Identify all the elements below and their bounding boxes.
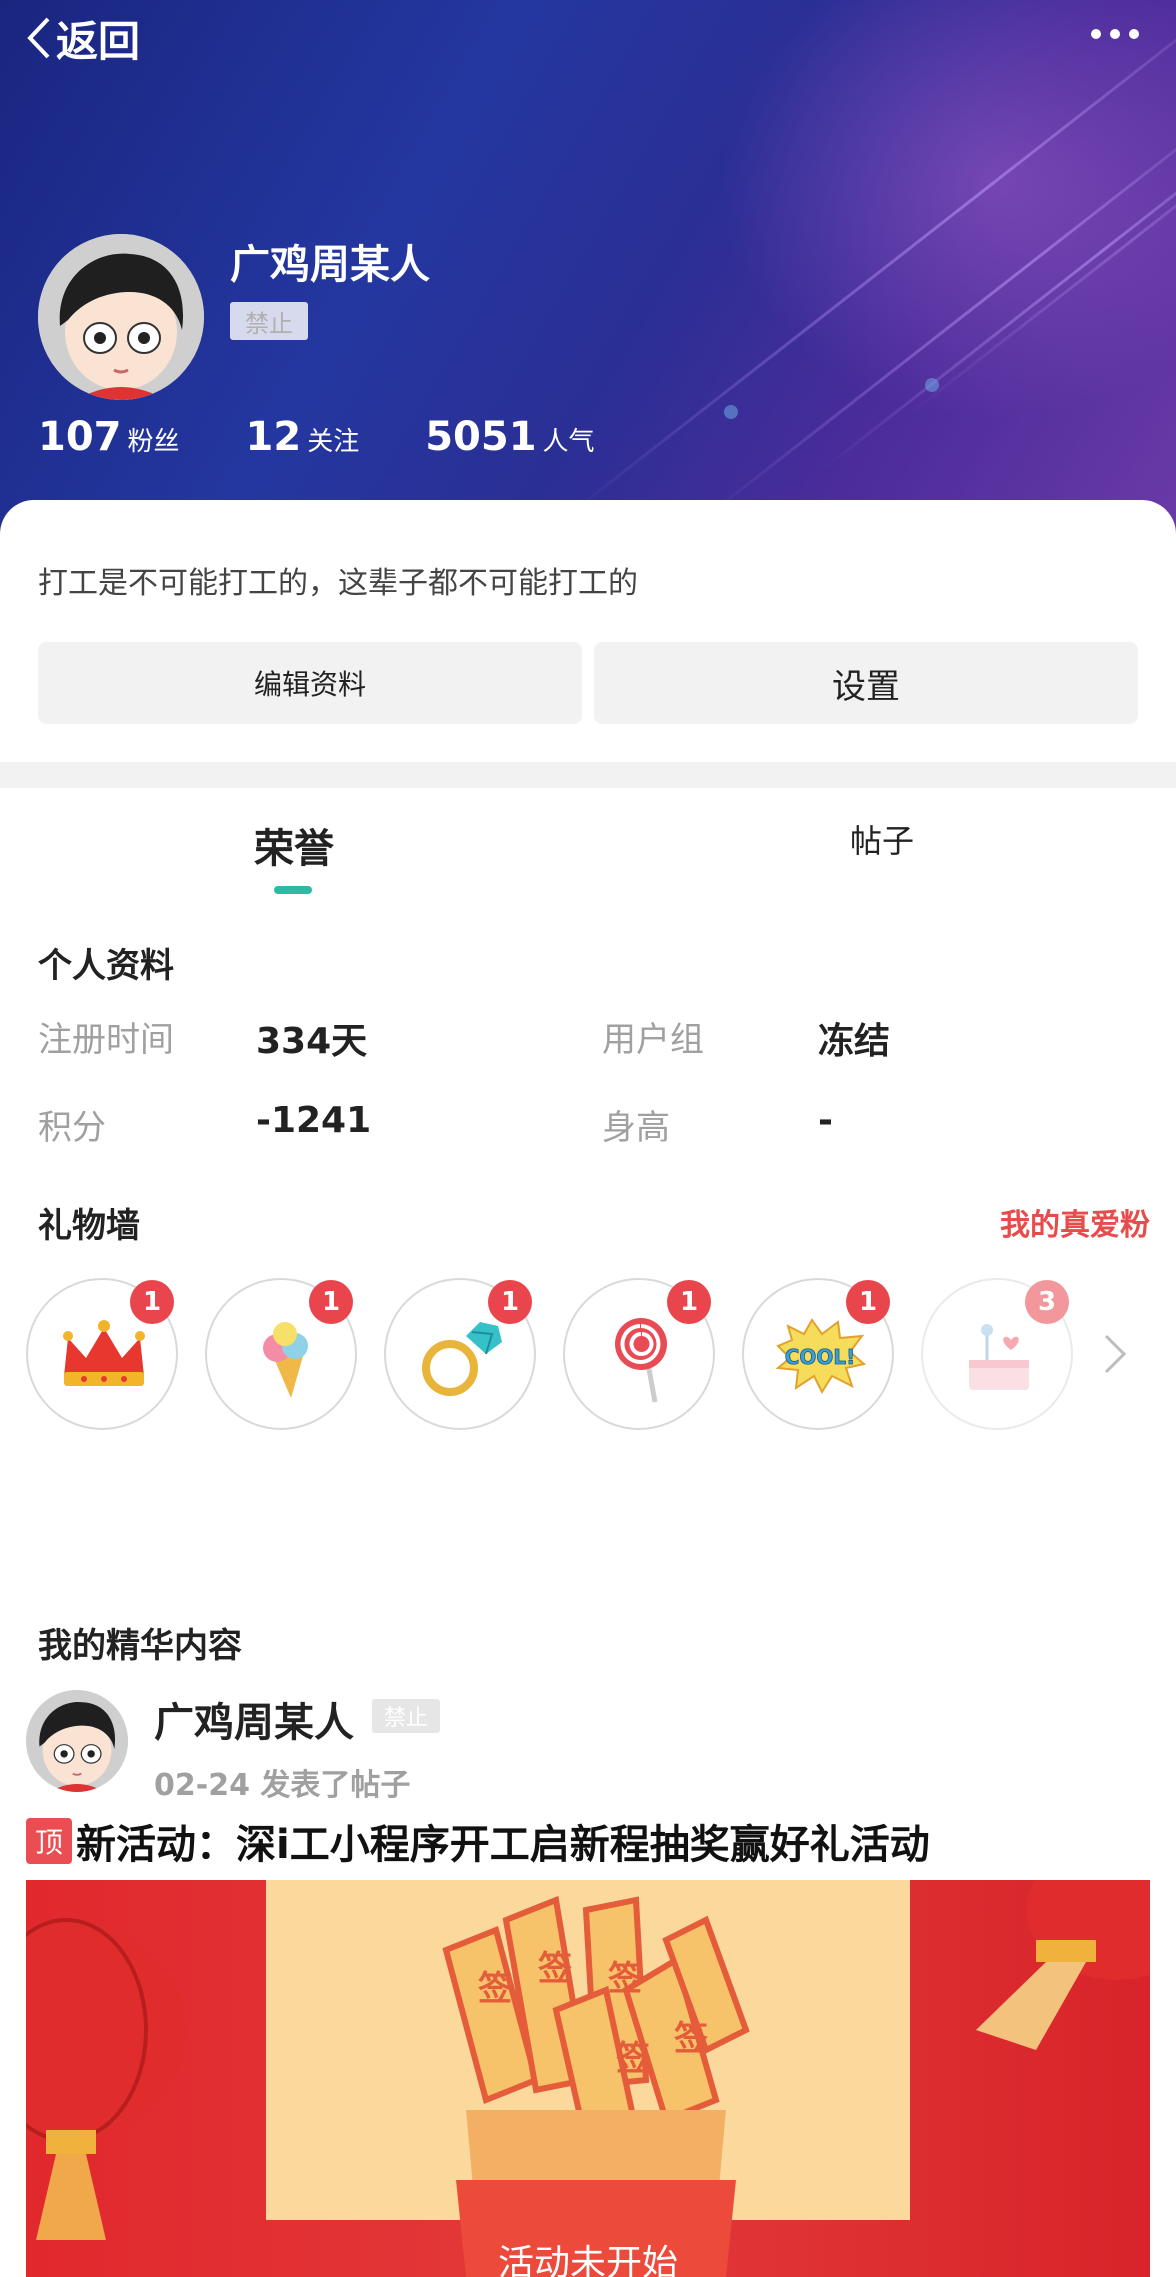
info-value-points: -1241 (256, 1100, 372, 1141)
info-value-height: - (818, 1100, 833, 1141)
more-options-button[interactable] (1090, 22, 1140, 46)
post-author-name[interactable]: 广鸡周某人 (154, 1690, 354, 1748)
more-dots-icon (1091, 29, 1139, 39)
gift-count-badge: 1 (846, 1280, 890, 1324)
gift-wall-title: 礼物墙 (38, 1206, 140, 1246)
avatar-image (26, 1690, 128, 1792)
cool-sticker-icon: COOL! (775, 1318, 867, 1395)
info-label-register-time: 注册时间 (38, 1020, 174, 1060)
lollipop-icon (615, 1318, 667, 1403)
ice-cream-icon (263, 1322, 308, 1398)
bio-text: 打工是不可能打工的，这辈子都不可能打工的 (38, 566, 638, 601)
profile-stats: 107 粉丝 12 关注 5051 人气 (38, 414, 661, 460)
post-author-avatar[interactable] (26, 1690, 128, 1792)
stat-value: 12 (245, 414, 302, 460)
header-dot (925, 378, 939, 392)
post-title[interactable]: 新活动：深i工小程序开工启新程抽奖赢好礼活动 (76, 1812, 930, 1870)
status-badge: 禁止 (230, 302, 308, 340)
post-author-badge: 禁止 (372, 1699, 440, 1733)
settings-button[interactable]: 设置 (594, 642, 1138, 724)
gift-item[interactable]: 1 (205, 1278, 357, 1430)
profile-card: 打工是不可能打工的，这辈子都不可能打工的 编辑资料 设置 (0, 500, 1176, 762)
cake-icon (969, 1324, 1029, 1390)
gift-count-badge: 1 (309, 1280, 353, 1324)
true-fans-link[interactable]: 我的真爱粉 (1000, 1200, 1150, 1244)
gift-item[interactable]: COOL! 1 (742, 1278, 894, 1430)
info-value-user-group: 冻结 (818, 1021, 891, 1062)
banner-illustration: 签 签 签 签 签 (26, 1880, 1150, 2277)
gift-count-badge: 1 (667, 1280, 711, 1324)
gift-item[interactable]: 3 (921, 1278, 1073, 1430)
stat-value: 107 (38, 414, 122, 460)
crown-icon (63, 1320, 145, 1386)
tab-honor[interactable]: 荣誉 (254, 816, 334, 874)
stat-label: 人气 (542, 427, 595, 457)
diamond-ring-icon (422, 1322, 502, 1396)
svg-text:签: 签 (478, 1969, 512, 2009)
avatar[interactable] (38, 234, 204, 400)
back-button[interactable]: 返回 (24, 10, 140, 66)
gift-count-badge: 1 (130, 1280, 174, 1324)
svg-text:签: 签 (674, 2019, 708, 2059)
edit-profile-button[interactable]: 编辑资料 (38, 642, 582, 724)
stat-label: 关注 (307, 427, 360, 457)
svg-text:COOL!: COOL! (785, 1345, 856, 1369)
chevron-right-icon[interactable] (1102, 1332, 1128, 1376)
gift-item[interactable]: 1 (563, 1278, 715, 1430)
post-meta: 02-24 发表了帖子 (154, 1768, 411, 1803)
section-divider (0, 762, 1176, 788)
svg-text:签: 签 (616, 2039, 650, 2079)
profile-header: 返回 广鸡周某人 禁止 107 粉丝 12 关注 5051 人气 (0, 0, 1176, 540)
stat-followers[interactable]: 107 粉丝 (38, 414, 180, 460)
chevron-left-icon (27, 17, 50, 59)
info-label-points: 积分 (38, 1108, 106, 1148)
featured-content-title: 我的精华内容 (38, 1626, 242, 1666)
pinned-badge: 顶 (26, 1818, 72, 1864)
profile-info-title: 个人资料 (38, 946, 174, 986)
banner-status-text: 活动未开始 (497, 2243, 678, 2277)
gift-count-badge: 1 (488, 1280, 532, 1324)
post-banner-image[interactable]: 签 签 签 签 签 活动未开始 (26, 1880, 1150, 2277)
header-glow (696, 0, 1176, 440)
header-dot (724, 405, 738, 419)
svg-text:签: 签 (538, 1949, 572, 1989)
svg-text:签: 签 (608, 1959, 642, 1999)
info-label-height: 身高 (602, 1108, 670, 1148)
info-value-register-time: 334天 (256, 1021, 368, 1062)
active-tab-indicator (274, 886, 312, 894)
username: 广鸡周某人 (230, 242, 430, 288)
tab-posts[interactable]: 帖子 (850, 816, 914, 862)
avatar-image (38, 234, 204, 400)
gift-count-badge: 3 (1025, 1280, 1069, 1324)
stat-popularity: 5051 人气 (425, 414, 594, 460)
gift-item[interactable]: 1 (384, 1278, 536, 1430)
stat-label: 粉丝 (127, 427, 180, 457)
stat-following[interactable]: 12 关注 (246, 414, 360, 460)
stat-value: 5051 (425, 414, 537, 460)
gift-item[interactable]: 1 (26, 1278, 178, 1430)
info-label-user-group: 用户组 (602, 1020, 704, 1060)
back-label: 返回 (56, 16, 141, 66)
